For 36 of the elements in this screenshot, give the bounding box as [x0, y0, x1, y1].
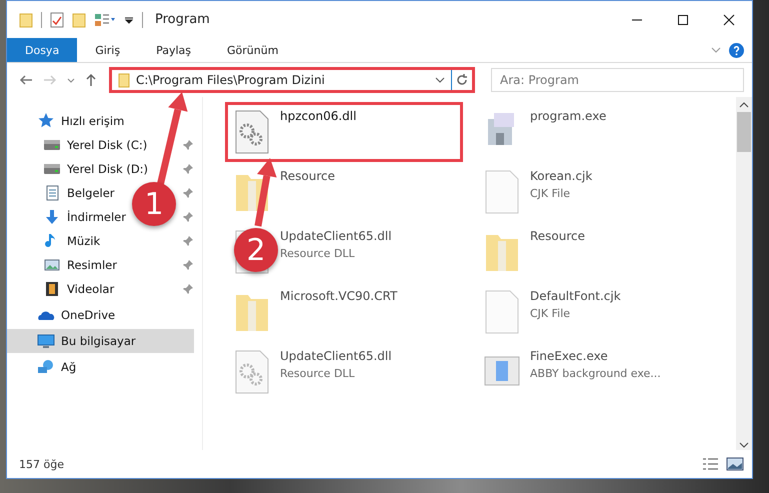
ribbon-tab[interactable]: Görünüm — [209, 38, 296, 62]
sidebar-item[interactable]: Yerel Disk (D:) — [7, 157, 156, 181]
ribbon-tab[interactable]: Paylaş — [138, 38, 209, 62]
file-name[interactable]: Korean.cjk — [530, 169, 592, 183]
sidebar-item[interactable]: Resimler — [7, 253, 125, 277]
item-count: 157 öğe — [19, 458, 65, 470]
file-type: CJK File — [530, 187, 572, 200]
file-type: Resource DLL — [280, 247, 356, 260]
file-name[interactable]: UpdateClient65.dll — [280, 229, 392, 243]
file-name[interactable]: Resource — [280, 169, 336, 183]
address-path: C:\Program Files\Program Dizini — [136, 73, 326, 87]
file-name[interactable]: DefaultFont.cjk — [530, 289, 621, 303]
address-bar[interactable]: C:\Program Files\Program Dizini — [109, 67, 475, 93]
file-type: ABBY background exe... — [530, 367, 661, 380]
search-field[interactable]: Ara: Program — [491, 68, 744, 92]
ribbon-tab[interactable]: Giriş — [77, 38, 138, 62]
sidebar-item[interactable]: Yerel Disk (C:) — [7, 133, 156, 157]
sidebar-item[interactable]: İndirmeler — [7, 205, 134, 229]
file-item[interactable]: hpzcon06.dll — [225, 102, 463, 162]
file-type: CJK File — [530, 307, 572, 320]
ribbon-tab[interactable]: Dosya — [7, 38, 78, 62]
sidebar-item[interactable]: Videolar — [7, 277, 122, 301]
file-name: hpzcon06.dll — [280, 109, 356, 123]
sidebar-item[interactable]: Belgeler — [7, 181, 123, 205]
file-type: Resource DLL — [280, 367, 356, 380]
sidebar-item[interactable]: OneDrive — [7, 303, 124, 327]
file-name[interactable]: Resource — [530, 229, 586, 243]
file-name[interactable]: Microsoft.VC90.CRT — [280, 289, 398, 303]
window-title: Program — [155, 12, 210, 27]
sidebar-item[interactable]: Hızlı erişim — [7, 109, 132, 133]
file-name[interactable]: UpdateClient65.dll — [280, 349, 392, 363]
file-name[interactable]: program.exe — [530, 109, 606, 123]
sidebar-item[interactable]: Bu bilgisayar — [7, 329, 194, 353]
sidebar-item[interactable]: Müzik — [7, 229, 108, 253]
file-name[interactable]: FineExec.exe — [530, 349, 661, 363]
sidebar-item[interactable]: Ağ — [7, 355, 84, 379]
